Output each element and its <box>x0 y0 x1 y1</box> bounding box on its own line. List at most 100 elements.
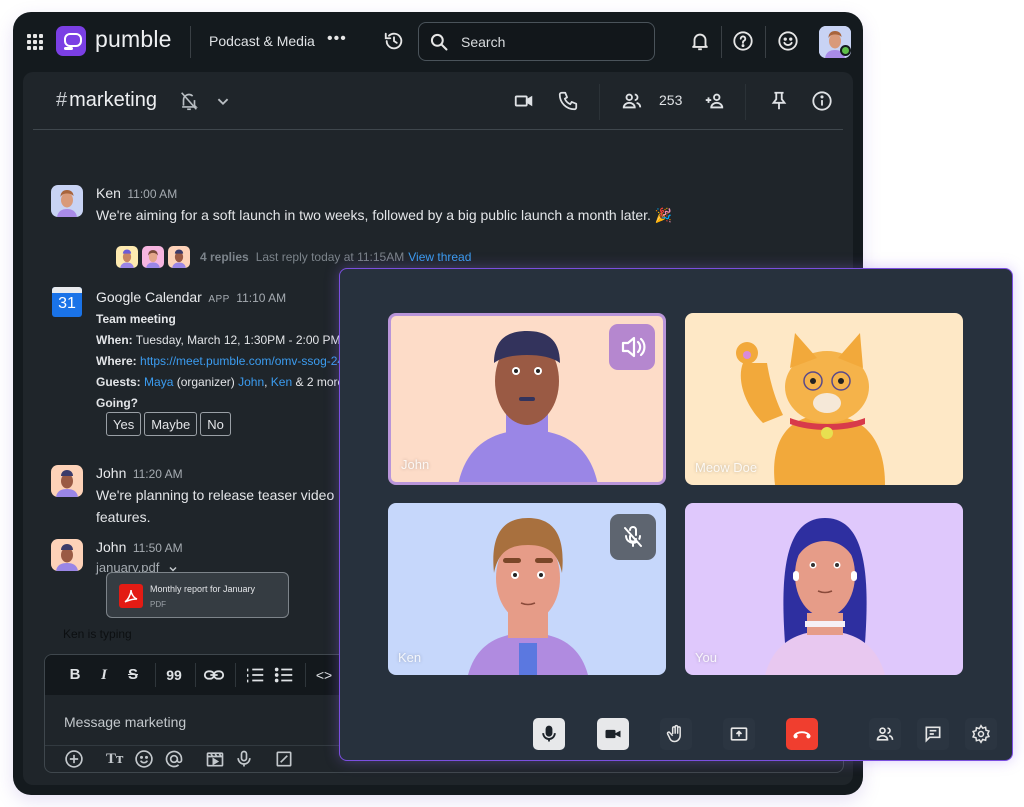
bullet-list-icon[interactable] <box>273 664 295 686</box>
camera-button[interactable] <box>597 718 629 750</box>
top-bar: pumble Podcast & Media ••• <box>13 12 863 72</box>
raise-hand-button[interactable] <box>660 718 692 750</box>
ordered-list-icon[interactable] <box>244 664 266 686</box>
video-clip-icon[interactable] <box>205 749 225 769</box>
message-author[interactable]: Google Calendar <box>96 289 202 305</box>
message-text-line: We're planning to release teaser video <box>96 487 335 503</box>
going-label: Going? <box>96 396 138 410</box>
add-member-icon[interactable] <box>703 90 725 112</box>
mic-icon[interactable] <box>234 749 254 769</box>
file-attachment[interactable]: Monthly report for January PDF <box>106 572 289 618</box>
participant-name: Meow Doe <box>695 460 758 475</box>
thread-summary[interactable]: 4 replies Last reply today at 11:15AM Vi… <box>116 246 471 268</box>
rsvp-yes-button[interactable]: Yes <box>106 412 142 436</box>
message-time: 11:00 AM <box>127 187 178 201</box>
avatar-john[interactable] <box>51 539 83 571</box>
mute-bell-icon[interactable] <box>178 90 200 112</box>
message-input[interactable] <box>64 710 364 734</box>
strikethrough-button[interactable]: S <box>122 664 144 686</box>
avatar-ken[interactable] <box>51 185 83 217</box>
bold-button[interactable]: B <box>64 664 86 686</box>
search-input[interactable] <box>461 31 641 53</box>
member-count[interactable]: 253 <box>659 92 682 108</box>
guests-more[interactable]: & 2 more <box>296 375 345 389</box>
event-guests: Guests: Maya (organizer) John, Ken & 2 m… <box>96 375 345 389</box>
pin-icon[interactable] <box>768 90 790 112</box>
participant-tile-you[interactable]: You <box>685 503 963 675</box>
info-icon[interactable] <box>811 90 833 112</box>
message-author[interactable]: Ken <box>96 185 121 201</box>
guest-link[interactable]: Ken <box>271 375 292 389</box>
organizer-note: (organizer) <box>176 375 235 389</box>
settings-button[interactable] <box>965 718 997 750</box>
text-format-icon[interactable]: Tт <box>106 749 126 769</box>
chat-button[interactable] <box>917 718 949 750</box>
search-box[interactable] <box>418 22 655 61</box>
event-when: When: Tuesday, March 12, 1:30PM - 2:00 P… <box>96 330 344 351</box>
channel-header: # marketing 253 <box>23 72 853 130</box>
event-where: Where: https://meet.pumble.com/omv-ssog-… <box>96 351 342 372</box>
meeting-link[interactable]: https://meet.pumble.com/omv-ssog-24 <box>140 354 342 368</box>
members-icon[interactable] <box>621 90 643 112</box>
participant-name: John <box>401 457 430 472</box>
participant-name: Ken <box>398 650 422 665</box>
channel-hash: # <box>56 89 68 111</box>
rsvp-no-button[interactable]: No <box>200 412 231 436</box>
divider <box>235 663 236 687</box>
rsvp-maybe-button[interactable]: Maybe <box>144 412 198 436</box>
when-label: When: <box>96 333 133 347</box>
workspace-more-button[interactable]: ••• <box>327 30 347 48</box>
message-author[interactable]: John <box>96 539 126 555</box>
logo-icon <box>56 26 86 56</box>
channel-title[interactable]: # marketing <box>56 89 157 112</box>
video-call-icon[interactable] <box>513 90 535 112</box>
mention-icon[interactable] <box>164 749 184 769</box>
calendar-day: 31 <box>58 295 76 312</box>
divider <box>765 26 766 58</box>
google-calendar-icon: 31 <box>52 287 82 317</box>
workspace-name[interactable]: Podcast & Media <box>209 33 315 49</box>
typing-indicator: Ken is typing <box>63 627 132 641</box>
italic-button[interactable]: I <box>93 664 115 686</box>
history-icon[interactable] <box>383 30 405 52</box>
share-screen-button[interactable] <box>723 718 755 750</box>
participant-tile-ken[interactable]: Ken <box>388 503 666 675</box>
participant-tile-john[interactable]: John <box>388 313 666 485</box>
divider <box>195 663 196 687</box>
microphone-button[interactable] <box>533 718 565 750</box>
code-button[interactable]: <> <box>313 664 335 686</box>
bell-icon[interactable] <box>689 30 711 52</box>
chevron-down-icon[interactable] <box>212 90 234 112</box>
avatar-john[interactable] <box>51 465 83 497</box>
participant-tile-meow-doe[interactable]: Meow Doe <box>685 313 963 485</box>
guest-link[interactable]: John <box>238 375 264 389</box>
add-icon[interactable] <box>64 749 84 769</box>
phone-icon[interactable] <box>557 90 579 112</box>
guest-link[interactable]: Maya <box>144 375 173 389</box>
quote-button[interactable]: 99 <box>163 664 185 686</box>
file-type: PDF <box>150 600 166 609</box>
divider <box>745 84 746 120</box>
divider <box>155 663 156 687</box>
emoji-icon[interactable] <box>777 30 799 52</box>
hang-up-button[interactable] <box>786 718 818 750</box>
online-status-dot <box>840 45 851 56</box>
app-badge: APP <box>208 294 230 305</box>
header-divider <box>33 129 843 130</box>
guests-label: Guests: <box>96 375 141 389</box>
participants-button[interactable] <box>869 718 901 750</box>
view-thread-link[interactable]: View thread <box>408 250 471 264</box>
shortcut-icon[interactable] <box>274 749 294 769</box>
search-icon <box>429 32 449 52</box>
event-title[interactable]: Team meeting <box>96 309 344 330</box>
last-reply-time: Last reply today at 11:15AM <box>255 250 405 264</box>
message-time: 11:20 AM <box>132 467 183 481</box>
emoji-icon[interactable] <box>134 749 154 769</box>
link-icon[interactable] <box>203 664 225 686</box>
help-icon[interactable] <box>732 30 754 52</box>
message-author[interactable]: John <box>96 465 126 481</box>
participant-video <box>765 518 885 675</box>
divider <box>721 26 722 58</box>
apps-grid-icon[interactable] <box>27 34 43 50</box>
message-time: 11:10 AM <box>236 291 287 305</box>
